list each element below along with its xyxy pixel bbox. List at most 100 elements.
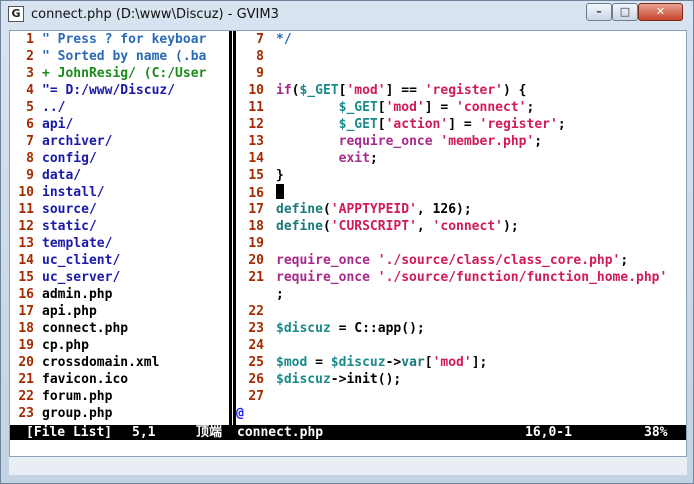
file-list-item[interactable]: 8 config/	[10, 150, 229, 167]
file-list-label: ../	[42, 100, 66, 115]
file-list-item[interactable]: 3 + JohnResig/ (C:/User	[10, 65, 229, 82]
code-line[interactable]: 11 $_GET['mod'] = 'connect';	[236, 99, 686, 116]
file-list-item[interactable]: 5 ../	[10, 99, 229, 116]
code-token: 'connect'	[432, 219, 503, 234]
file-list-pane[interactable]: 1 " Press ? for keyboar 2 " Sorted by name …	[10, 31, 229, 425]
file-list-item[interactable]: 13 template/	[10, 235, 229, 252]
code-line[interactable]: 15}	[236, 167, 686, 184]
code-line[interactable]: 24	[236, 337, 686, 354]
code-token: ];	[471, 355, 488, 370]
file-list-item[interactable]: 15 uc_server/	[10, 269, 229, 286]
line-number: 24	[248, 338, 264, 353]
file-list-label: cp.php	[42, 338, 89, 353]
file-list-item[interactable]: 11 source/	[10, 201, 229, 218]
right-status-percent: 38%	[644, 425, 668, 440]
code-line[interactable]: 21 require_once './source/function/functi…	[236, 269, 686, 286]
maximize-button[interactable]: □	[612, 3, 638, 21]
code-token: var	[401, 355, 425, 370]
code-line[interactable]: 8	[236, 48, 686, 65]
code-token: */	[276, 32, 292, 47]
gvim-app-icon[interactable]: G	[8, 6, 24, 22]
code-line[interactable]: 20 require_once './source/class/class_cor…	[236, 252, 686, 269]
file-list-label: connect.php	[42, 321, 129, 336]
line-number: 17	[18, 304, 34, 319]
code-token: require_once	[276, 270, 370, 285]
code-line[interactable]: 10 if($_GET['mod'] == 'register') {	[236, 82, 686, 99]
file-list-item[interactable]: 7 archiver/	[10, 133, 229, 150]
gvim-window: G connect.php (D:\www\Discuz) - GVIM3 – …	[0, 0, 694, 484]
file-list-item[interactable]: 2 " Sorted by name (.ba	[10, 48, 229, 65]
editor-area[interactable]: 1 " Press ? for keyboar 2 " Sorted by name …	[9, 30, 687, 457]
code-token: $discuz	[276, 372, 331, 387]
status-line: [File List] 5,1 顶端 connect.php 16,0-1 38…	[10, 425, 686, 440]
title-bar[interactable]: G connect.php (D:\www\Discuz) - GVIM3 – …	[1, 1, 693, 29]
file-list-item[interactable]: 9 data/	[10, 167, 229, 184]
code-line[interactable]: 17 define('APPTYPEID', 126);	[236, 201, 686, 218]
code-line[interactable]: 13 require_once 'member.php';	[236, 133, 686, 150]
code-line[interactable]: ;	[236, 286, 686, 303]
code-token: 'connect'	[456, 100, 527, 115]
file-list-item[interactable]: 4 "= D:/www/Discuz/	[10, 82, 229, 99]
file-list-item[interactable]: 21 favicon.ico	[10, 371, 229, 388]
file-list-item[interactable]: 18 connect.php	[10, 320, 229, 337]
code-line[interactable]: 18 define('CURSCRIPT', 'connect');	[236, 218, 686, 235]
file-list-label: archiver/	[42, 134, 113, 149]
code-token: ,	[416, 219, 433, 234]
code-token: 'mod'	[385, 100, 425, 115]
code-token: 'APPTYPEID'	[330, 202, 417, 217]
file-list-item[interactable]: 6 api/	[10, 116, 229, 133]
line-number: 25	[248, 355, 264, 370]
code-token: ;	[534, 134, 543, 149]
code-token: ) {	[503, 83, 527, 98]
file-list-label: static/	[42, 219, 97, 234]
code-line[interactable]: 26 $discuz->init();	[236, 371, 686, 388]
code-line[interactable]: 23 $discuz = C::app();	[236, 320, 686, 337]
code-line[interactable]: 19	[236, 235, 686, 252]
line-number: 21	[248, 270, 264, 285]
line-number: 12	[248, 117, 264, 132]
code-line[interactable]: @	[236, 405, 686, 422]
code-line[interactable]: 25 $mod = $discuz->var['mod'];	[236, 354, 686, 371]
line-number: 10	[18, 185, 34, 200]
code-token: if	[276, 83, 292, 98]
code-token: $_GET	[299, 83, 339, 98]
line-number: 8	[256, 49, 264, 64]
code-line[interactable]: 9	[236, 65, 686, 82]
close-button[interactable]: ✕	[638, 3, 683, 21]
file-list-item[interactable]: 12 static/	[10, 218, 229, 235]
code-token: ->	[385, 355, 402, 370]
line-number: 15	[18, 270, 34, 285]
code-token: (	[322, 202, 331, 217]
code-line[interactable]: 12 $_GET['action'] = 'register';	[236, 116, 686, 133]
line-number: 13	[18, 236, 34, 251]
file-list-item[interactable]: 16 admin.php	[10, 286, 229, 303]
line-number: 19	[18, 338, 34, 353]
file-list-label: group.php	[42, 406, 113, 421]
code-token: 'register'	[479, 117, 558, 132]
line-number: 9	[256, 66, 264, 81]
minimize-button[interactable]: –	[586, 3, 612, 21]
code-line[interactable]: 22	[236, 303, 686, 320]
file-list-item[interactable]: 10 install/	[10, 184, 229, 201]
code-token: 'register'	[424, 83, 504, 98]
file-list-item[interactable]: 20 crossdomain.xml	[10, 354, 229, 371]
code-line[interactable]: 27	[236, 388, 686, 405]
line-number: 3	[26, 66, 34, 81]
left-status-name: [File List]	[26, 425, 113, 440]
code-line[interactable]: 14 exit;	[236, 150, 686, 167]
file-list-item[interactable]: 22 forum.php	[10, 388, 229, 405]
file-list-item[interactable]: 19 cp.php	[10, 337, 229, 354]
code-line[interactable]: 16	[236, 184, 686, 201]
code-pane[interactable]: 7 */8 9 10 if($_GET['mod'] == 'register') {1…	[236, 31, 686, 425]
file-list-label: template/	[42, 236, 113, 251]
file-list-item[interactable]: 1 " Press ? for keyboar	[10, 31, 229, 48]
file-list-item[interactable]: 17 api.php	[10, 303, 229, 320]
file-list-item[interactable]: 14 uc_client/	[10, 252, 229, 269]
vertical-split-divider[interactable]	[229, 31, 236, 425]
code-line[interactable]: 7 */	[236, 31, 686, 48]
file-list-item[interactable]: 23 group.php	[10, 405, 229, 422]
file-list-label: data/	[42, 168, 82, 183]
file-list-label: admin.php	[42, 287, 113, 302]
command-line[interactable]	[9, 457, 687, 475]
